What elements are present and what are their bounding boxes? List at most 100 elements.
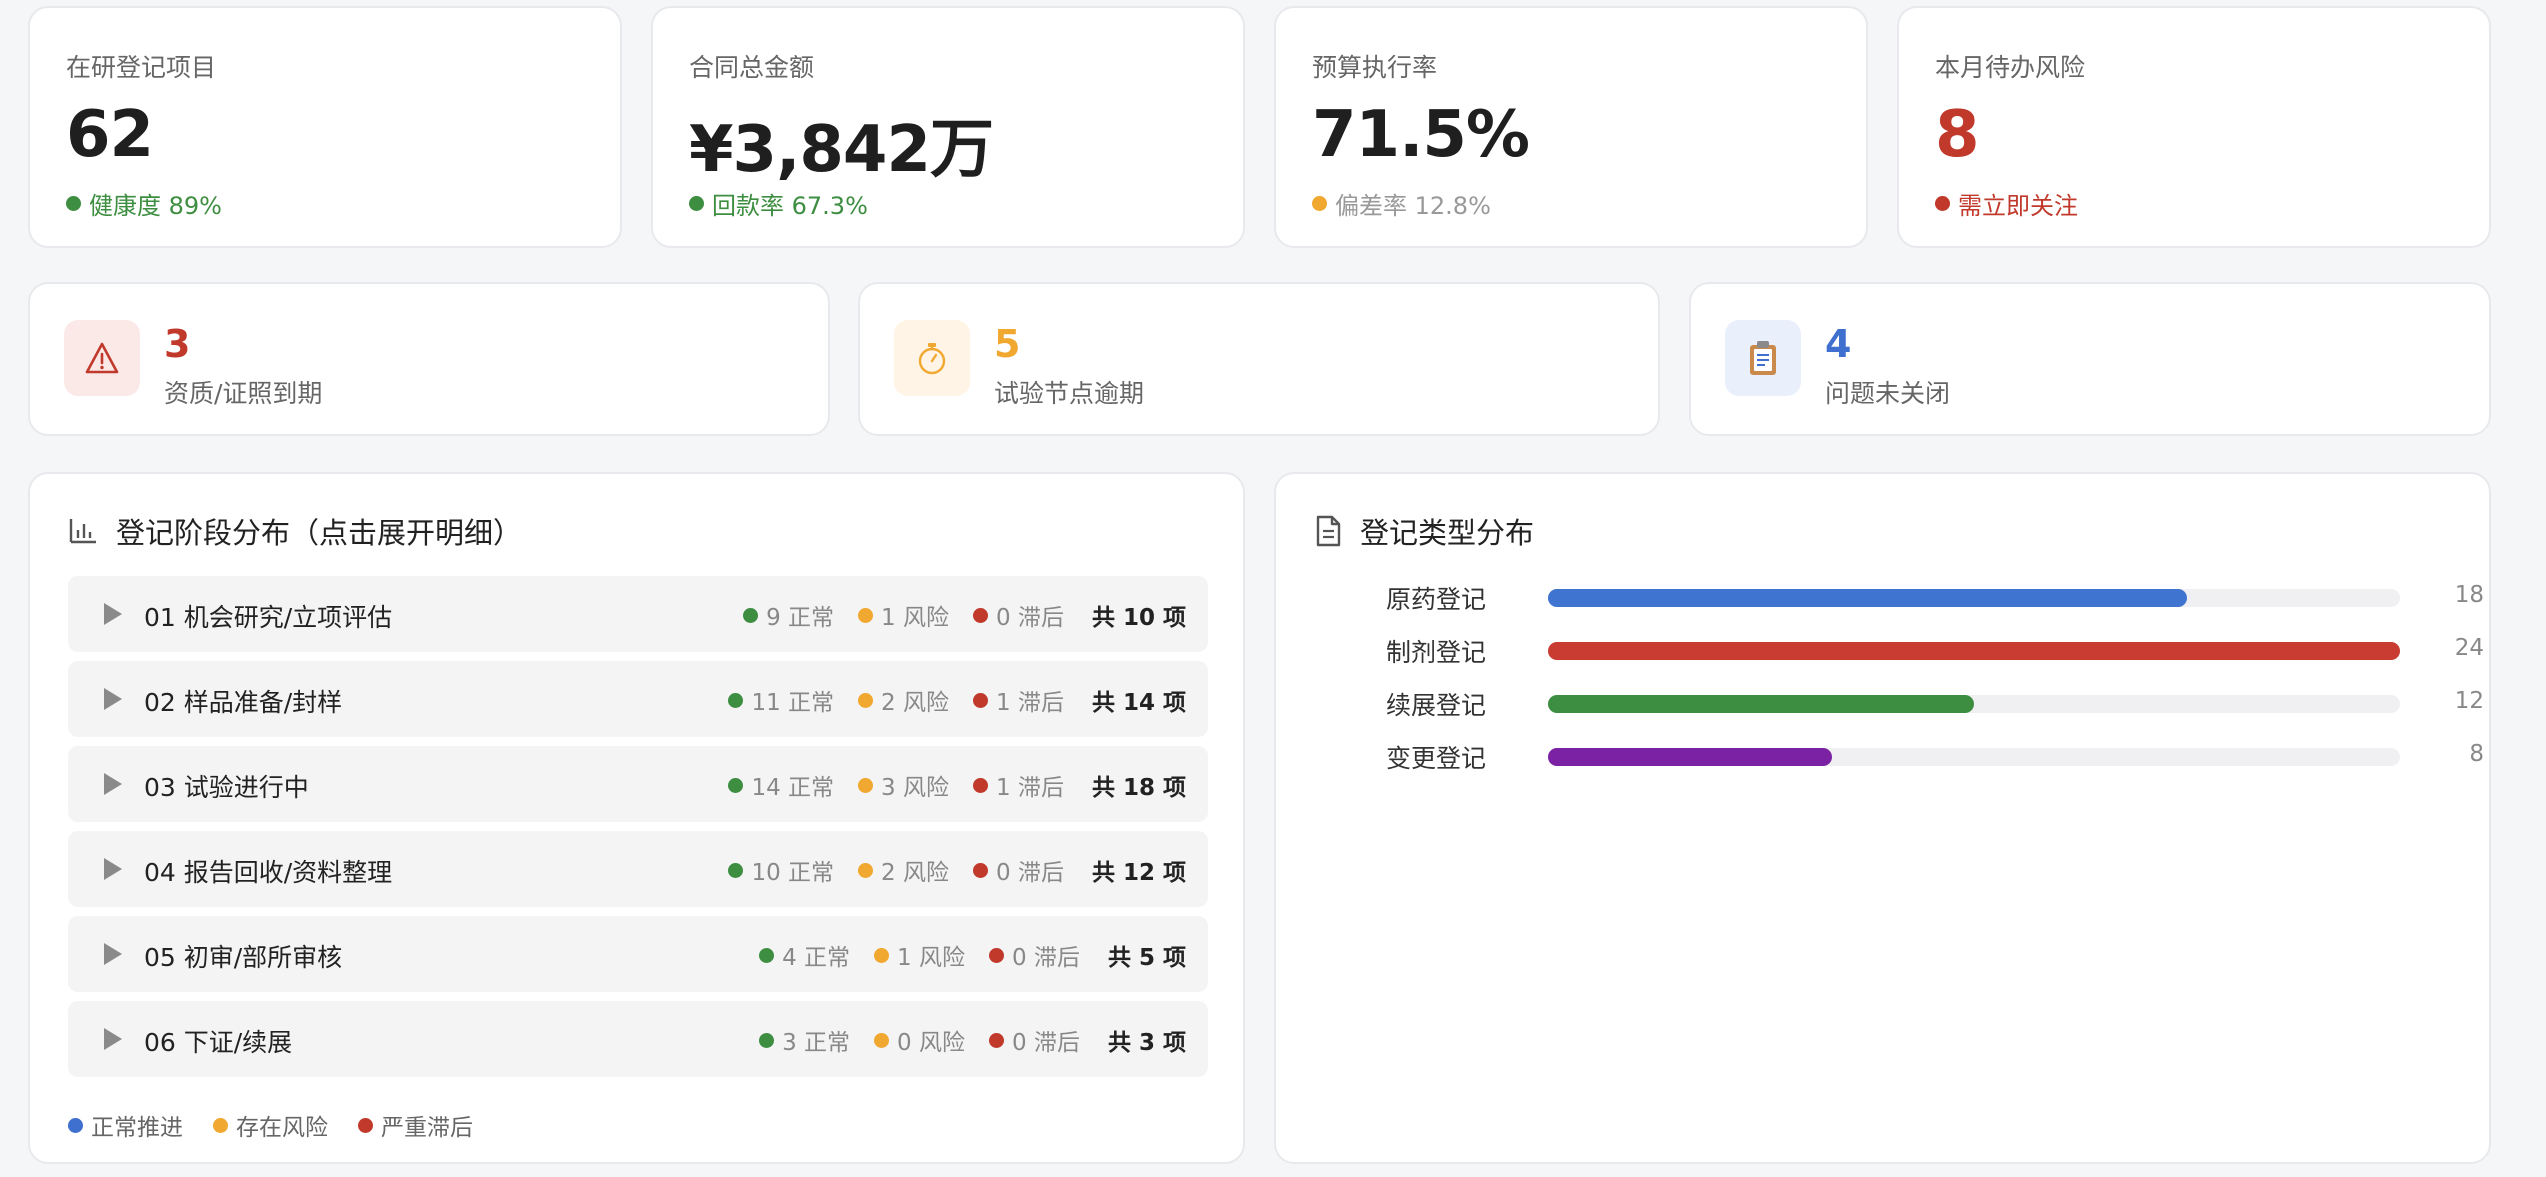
stage-name: 06 下证/续展 — [144, 1028, 293, 1057]
kpi-sub: 健康度 89% — [66, 186, 222, 221]
type-bar-row: 变更登记 8 — [1314, 735, 2484, 775]
kpi-card-budget: 预算执行率 71.5% 偏差率 12.8% — [1274, 6, 1868, 248]
status-dot — [689, 196, 704, 211]
stage-total: 共 5 项 — [1108, 938, 1186, 972]
alert-card-license[interactable]: 3 资质/证照到期 — [28, 282, 830, 436]
panel-title-text: 登记类型分布 — [1360, 516, 1535, 550]
stat-normal: 3 正常 — [759, 1023, 850, 1057]
alert-text: 资质/证照到期 — [164, 379, 323, 408]
total-suffix: 项 — [1163, 1030, 1186, 1056]
expand-arrow-icon[interactable] — [104, 773, 122, 795]
stage-total: 共 12 项 — [1092, 853, 1186, 887]
status-dot — [874, 947, 890, 963]
bar-label: 原药登记 — [1385, 585, 1486, 614]
status-dot — [1935, 196, 1950, 211]
stage-stats: 3 正常 0 风险 0 滞后 共 3 项 — [735, 1023, 1186, 1057]
stat-risk-text: 1 风险 — [881, 605, 949, 631]
status-dot — [743, 607, 759, 623]
stat-late: 0 滞后 — [989, 1023, 1080, 1057]
status-dot — [728, 862, 744, 878]
stage-row[interactable]: 03 试验进行中 14 正常 3 风险 1 滞后 共 18 项 — [68, 746, 1208, 822]
type-distribution-panel: 登记类型分布 原药登记 18 制剂登记 24 续展登记 12 变更登记 8 — [1274, 472, 2491, 1164]
bar-fill — [1548, 589, 2187, 607]
total-prefix: 共 — [1091, 605, 1115, 631]
status-dot — [759, 947, 775, 963]
type-bar-row: 原药登记 18 — [1314, 576, 2484, 616]
stat-risk: 2 风险 — [858, 853, 949, 887]
alert-count: 3 — [164, 322, 191, 366]
total-suffix: 项 — [1163, 860, 1186, 886]
stage-row[interactable]: 04 报告回收/资料整理 10 正常 2 风险 0 滞后 共 12 项 — [68, 831, 1208, 907]
alert-card-overdue[interactable]: 5 试验节点逾期 — [858, 282, 1660, 436]
kpi-label: 在研登记项目 — [66, 53, 217, 82]
stage-row[interactable]: 02 样品准备/封样 11 正常 2 风险 1 滞后 共 14 项 — [68, 661, 1208, 737]
stat-risk-text: 0 风险 — [897, 1030, 965, 1056]
expand-arrow-icon[interactable] — [104, 943, 122, 965]
status-dot — [973, 777, 988, 793]
stat-late-text: 0 滞后 — [1012, 1030, 1080, 1056]
stat-risk-text: 1 风险 — [897, 945, 965, 971]
bar-label: 变更登记 — [1385, 744, 1486, 773]
stage-total: 共 18 项 — [1092, 768, 1186, 802]
stage-name: 01 机会研究/立项评估 — [144, 603, 393, 632]
alert-count: 5 — [994, 322, 1021, 366]
bar-chart-icon — [69, 519, 96, 544]
stat-risk: 2 风险 — [858, 683, 949, 717]
legend-item-risk: 存在风险 — [213, 1108, 328, 1142]
stat-normal: 4 正常 — [759, 938, 850, 972]
bar-fill — [1548, 748, 1832, 766]
total-prefix: 共 — [1107, 945, 1131, 971]
stat-risk-text: 2 风险 — [881, 860, 949, 886]
legend-label: 严重滞后 — [381, 1115, 473, 1141]
status-dot — [973, 862, 988, 878]
panel-title-text: 登记阶段分布（点击展开明细） — [116, 516, 523, 550]
total-count: 18 — [1122, 775, 1155, 801]
stage-row[interactable]: 01 机会研究/立项评估 9 正常 1 风险 0 滞后 共 10 项 — [68, 576, 1208, 652]
stat-normal: 14 正常 — [728, 768, 834, 802]
bar-label: 续展登记 — [1385, 691, 1486, 720]
legend-dot — [68, 1117, 83, 1133]
expand-arrow-icon[interactable] — [104, 603, 122, 625]
expand-arrow-icon[interactable] — [104, 1028, 122, 1050]
bar-value: 8 — [2469, 741, 2484, 767]
stat-late: 0 滞后 — [973, 598, 1064, 632]
panel-title: 登记阶段分布（点击展开明细） — [68, 510, 522, 552]
kpi-value: 62 — [66, 98, 154, 172]
stat-late-text: 0 滞后 — [996, 860, 1064, 886]
stage-stats: 9 正常 1 风险 0 滞后 共 10 项 — [719, 598, 1186, 632]
legend-label: 存在风险 — [236, 1115, 328, 1141]
status-legend: 正常推进 存在风险 严重滞后 — [68, 1108, 503, 1142]
status-dot — [728, 777, 744, 793]
bar-label: 制剂登记 — [1385, 638, 1486, 667]
legend-label: 正常推进 — [91, 1115, 183, 1141]
status-dot — [858, 692, 874, 708]
stage-name: 02 样品准备/封样 — [144, 688, 343, 717]
stage-total: 共 3 项 — [1108, 1023, 1186, 1057]
alert-card-issues[interactable]: 4 问题未关闭 — [1689, 282, 2491, 436]
total-suffix: 项 — [1163, 945, 1186, 971]
type-bar-row: 制剂登记 24 — [1314, 629, 2484, 669]
bar-track — [1548, 642, 2400, 660]
stat-late: 1 滞后 — [973, 683, 1064, 717]
status-dot — [989, 947, 1004, 963]
clipboard-icon — [1725, 320, 1801, 396]
status-dot — [973, 607, 988, 623]
bar-fill — [1548, 695, 1974, 713]
status-dot — [874, 1032, 890, 1048]
total-suffix: 项 — [1163, 690, 1186, 716]
stage-total: 共 10 项 — [1092, 598, 1186, 632]
stage-distribution-panel: 登记阶段分布（点击展开明细） 01 机会研究/立项评估 9 正常 1 风险 0 滞后共… — [28, 472, 1245, 1164]
stat-normal-text: 14 正常 — [751, 775, 835, 801]
legend-item-normal: 正常推进 — [68, 1108, 183, 1142]
stage-row[interactable]: 06 下证/续展 3 正常 0 风险 0 滞后 共 3 项 — [68, 1001, 1208, 1077]
total-suffix: 项 — [1163, 775, 1186, 801]
expand-arrow-icon[interactable] — [104, 858, 122, 880]
stage-total: 共 14 项 — [1092, 683, 1186, 717]
kpi-value: 8 — [1935, 98, 1980, 172]
kpi-sub-text: 健康度 89% — [89, 192, 222, 220]
bar-fill — [1548, 642, 2400, 660]
expand-arrow-icon[interactable] — [104, 688, 122, 710]
kpi-sub-text: 偏差率 12.8% — [1335, 192, 1491, 220]
type-bar-row: 续展登记 12 — [1314, 682, 2484, 722]
stage-row[interactable]: 05 初审/部所审核 4 正常 1 风险 0 滞后 共 5 项 — [68, 916, 1208, 992]
